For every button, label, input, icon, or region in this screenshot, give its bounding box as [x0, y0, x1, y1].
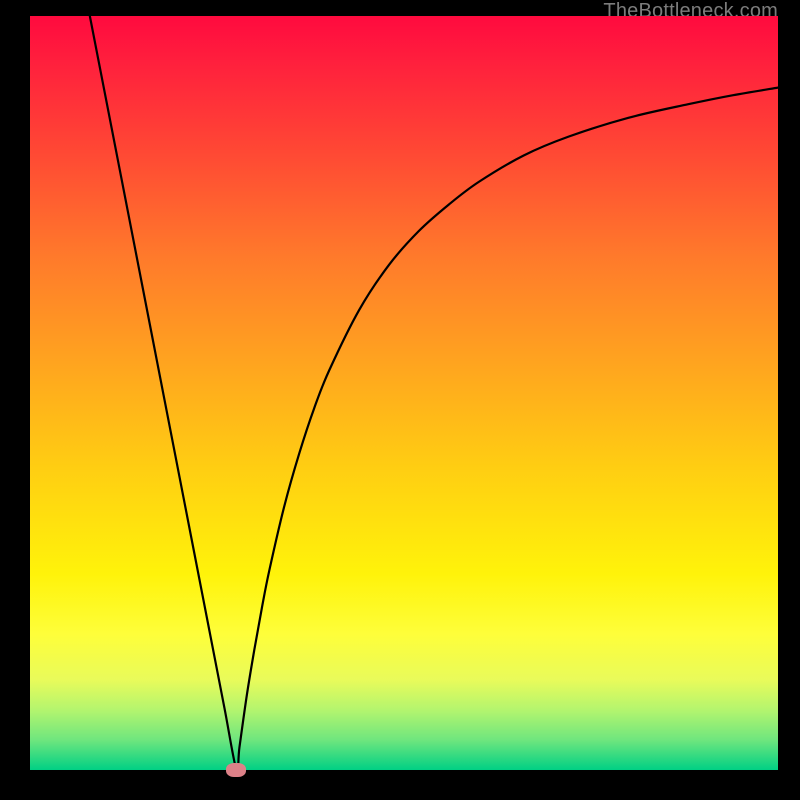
chart-curve-svg: [30, 16, 778, 770]
chart-plot-area: [30, 16, 778, 770]
bottleneck-curve: [90, 16, 778, 770]
minimum-point-marker: [226, 763, 246, 777]
